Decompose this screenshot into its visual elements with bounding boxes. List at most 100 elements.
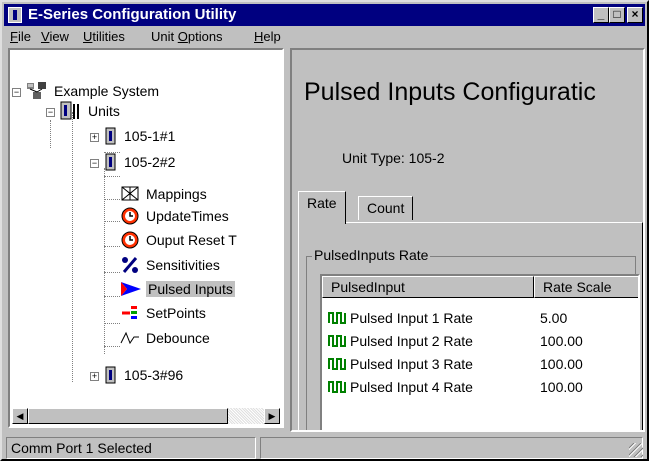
tree-line [104,272,120,273]
tree-item-setpoints[interactable]: SetPoints [120,303,208,323]
collapse-toggle[interactable]: − [90,159,99,168]
row-name: Pulsed Input 1 Rate [350,309,473,326]
close-button[interactable]: × [627,7,643,23]
tree-item-unit-105-1[interactable]: 105-1#1 [104,126,177,146]
row-rate: 100.00 [540,378,583,395]
tree-item-label: Units [88,103,120,119]
mappings-icon [120,184,140,204]
tree-item-label: Ouput Reset T [146,232,237,248]
pulse-input-icon [328,379,348,395]
tree-item-example-system[interactable]: Example System [26,81,161,101]
row-rate: 100.00 [540,332,583,349]
tree-item-pulsed-inputs[interactable]: Pulsed Inputs [120,279,235,299]
resize-grip[interactable] [629,443,643,457]
tree-item-label: UpdateTimes [146,208,229,224]
clock-icon [120,206,140,226]
minimize-button[interactable]: _ [593,7,609,23]
tree-item-mappings[interactable]: Mappings [120,184,209,204]
tree-item-unit-105-2[interactable]: 105-2#2 [104,152,177,172]
menu-file[interactable]: File [10,29,31,44]
tree-item-label: SetPoints [146,305,206,321]
clock-icon [120,230,140,250]
tree-item-label: 105-1#1 [124,128,176,144]
menu-unit-options[interactable]: Unit Options [151,29,223,44]
tree-line [104,221,120,222]
list-row[interactable]: Pulsed Input 2 Rate 100.00 [322,329,638,352]
percent-icon [120,255,140,275]
scroll-left-button[interactable]: ◀ [12,408,28,424]
tree-line [104,323,120,324]
row-name: Pulsed Input 4 Rate [350,378,473,395]
pulsed-inputs-list[interactable]: PulsedInput Rate Scale Pulsed Input 1 Ra… [320,274,640,430]
tree-item-units[interactable]: Units [60,101,122,121]
collapse-toggle[interactable]: − [12,88,21,97]
group-label: PulsedInputs Rate [312,247,431,263]
column-header-pulsed-input[interactable]: PulsedInput [322,276,534,298]
page-title: Pulsed Inputs Configuratic [304,78,596,106]
tree-item-label: Sensitivities [146,257,220,273]
menu-view[interactable]: View [41,29,69,44]
row-rate: 5.00 [540,309,568,326]
tree-item-label: Pulsed Inputs [146,281,235,297]
row-rate: 100.00 [540,355,583,372]
unit-type-readout: Unit Type: 105-2 [342,150,444,166]
tree-item-label: Mappings [146,186,207,202]
title-bar[interactable]: E-Series Configuration Utility _ □ × [4,4,645,26]
system-network-icon [26,81,48,101]
tree-item-label: Debounce [146,330,210,346]
status-text: Comm Port 1 Selected [6,437,256,459]
status-panel-empty [260,437,643,459]
tree-item-label: 105-3#96 [124,367,184,383]
maximize-button[interactable]: □ [609,7,625,23]
tree-item-update-times[interactable]: UpdateTimes [120,206,231,226]
tree-item-unit-105-3[interactable]: 105-3#96 [104,365,185,385]
unit-module-icon [104,152,118,172]
menu-bar: File View Utilities Unit Options Help [4,27,645,47]
unit-module-icon [104,365,118,385]
list-row[interactable]: Pulsed Input 1 Rate 5.00 [322,306,638,329]
pulse-input-icon [328,356,348,372]
expand-toggle[interactable]: + [90,372,99,381]
tree-view[interactable]: − Example System − Units + 105-1#1 − 105… [8,48,284,428]
menu-help[interactable]: Help [254,29,281,44]
pulse-input-icon [328,333,348,349]
app-window: E-Series Configuration Utility _ □ × Fil… [0,0,649,461]
tree-line [50,120,51,148]
list-row[interactable]: Pulsed Input 4 Rate 100.00 [322,375,638,398]
row-name: Pulsed Input 3 Rate [350,355,473,372]
tab-rate[interactable]: Rate [298,191,346,224]
unit-type-label: Unit Type: [342,150,405,166]
collapse-toggle[interactable]: − [46,108,55,117]
config-panel: Pulsed Inputs Configuratic Unit Type: 10… [290,48,645,432]
tree-horizontal-scrollbar[interactable]: ◀ ▶ [12,408,280,424]
tree-line [104,199,120,200]
tree-item-output-reset[interactable]: Ouput Reset T [120,230,239,250]
status-bar: Comm Port 1 Selected [4,435,645,459]
window-title: E-Series Configuration Utility [28,6,237,23]
tree-item-debounce[interactable]: Debounce [120,328,212,348]
pulse-arrow-icon [120,279,142,299]
menu-utilities[interactable]: Utilities [83,29,125,44]
tree-line [104,246,120,247]
column-header-rate-scale[interactable]: Rate Scale [534,276,638,298]
units-rack-icon [60,101,82,121]
list-row[interactable]: Pulsed Input 3 Rate 100.00 [322,352,638,375]
tree-item-label: 105-2#2 [124,154,176,170]
tree-line [104,296,120,297]
setpoints-icon [120,303,140,323]
tree-line [104,176,120,177]
scroll-thumb[interactable] [28,408,228,424]
unit-module-icon [104,126,118,146]
expand-toggle[interactable]: + [90,133,99,142]
tree-line [104,168,105,354]
unit-type-value: 105-2 [408,150,445,166]
tree-line [104,346,120,347]
pulse-input-icon [328,310,348,326]
tree-line [72,112,73,382]
tab-count[interactable]: Count [358,196,414,220]
debounce-wave-icon [120,328,140,348]
row-name: Pulsed Input 2 Rate [350,332,473,349]
app-icon[interactable] [8,7,22,23]
tree-item-sensitivities[interactable]: Sensitivities [120,255,222,275]
scroll-right-button[interactable]: ▶ [264,408,280,424]
